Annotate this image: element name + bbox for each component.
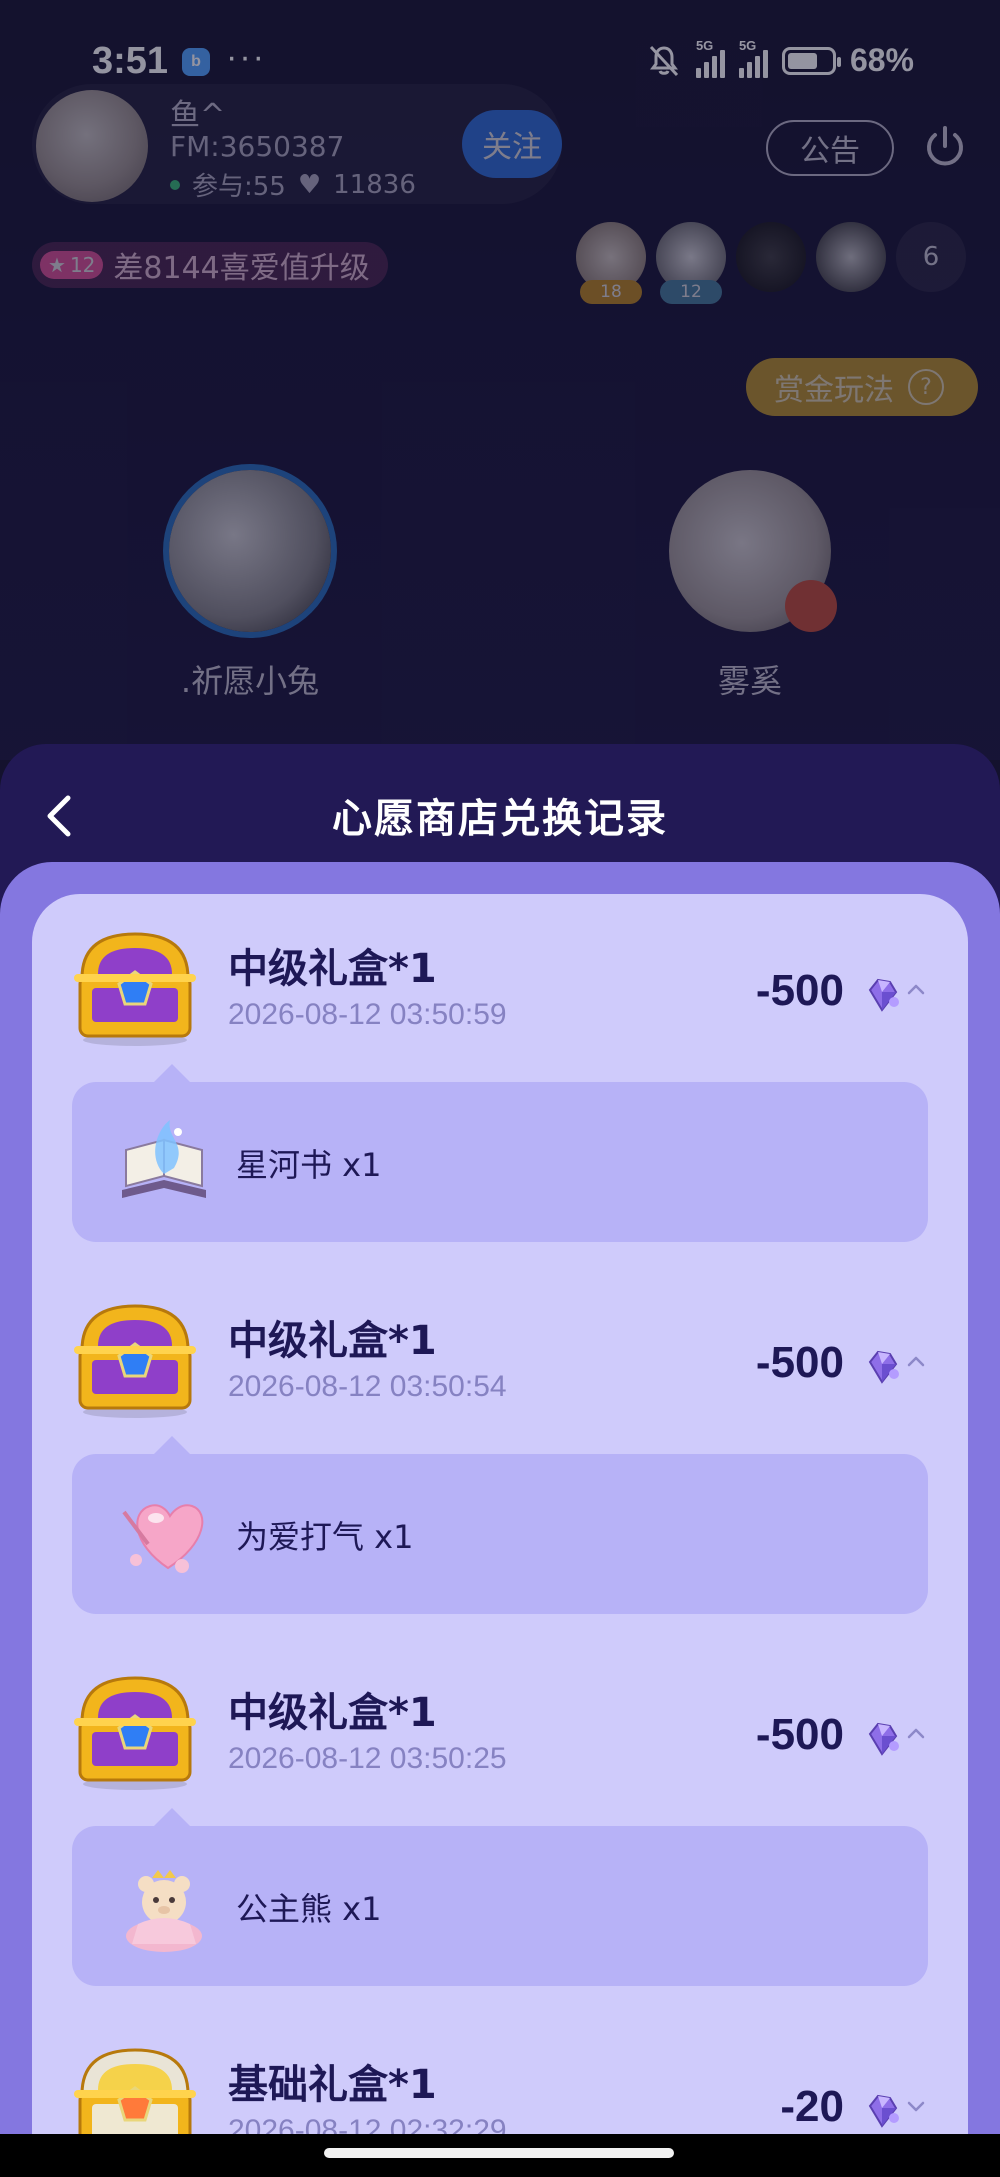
record-amount: -500 bbox=[755, 1338, 844, 1387]
bounty-label: 赏金玩法 bbox=[774, 373, 894, 408]
power-icon[interactable] bbox=[920, 122, 970, 172]
seat-name: .祈愿小兔 bbox=[180, 662, 320, 700]
viewer-level-badge: 12 bbox=[660, 280, 722, 304]
home-indicator[interactable] bbox=[324, 2148, 674, 2158]
viewer-avatar[interactable]: 12 bbox=[656, 222, 726, 304]
sheet-body: 中级礼盒*1 2026-08-12 03:50:59 -500 星河书 x1 中… bbox=[0, 862, 1000, 2177]
star-icon: ★ bbox=[48, 253, 66, 277]
bounty-play-button[interactable]: 赏金玩法 ? bbox=[746, 358, 978, 416]
record-title: 中级礼盒*1 bbox=[228, 1690, 437, 1736]
level-progress-pill[interactable]: ★ 12 差8144喜爱值升级 bbox=[32, 242, 388, 288]
record-detail-panel: 公主熊 x1 bbox=[72, 1808, 928, 1986]
record-amount: -500 bbox=[755, 1710, 844, 1759]
diamond-currency-icon bbox=[868, 1350, 899, 1384]
host-fm-id: FM:3650387 bbox=[170, 130, 345, 163]
record-list[interactable]: 中级礼盒*1 2026-08-12 03:50:59 -500 星河书 x1 中… bbox=[32, 894, 968, 2177]
viewer-level-badge: 18 bbox=[580, 280, 642, 304]
chevron-up-icon[interactable] bbox=[904, 1350, 928, 1374]
viewer-list[interactable]: 18 12 6 bbox=[576, 222, 966, 304]
mid-chest-icon bbox=[74, 1304, 196, 1418]
level-text: 差8144喜爱值升级 bbox=[113, 251, 370, 286]
record-title: 中级礼盒*1 bbox=[228, 946, 437, 992]
record-time: 2026-08-12 03:50:54 bbox=[228, 1370, 507, 1403]
diamond-currency-icon bbox=[868, 978, 899, 1012]
viewer-avatar[interactable] bbox=[736, 222, 806, 292]
star-river-book-icon bbox=[122, 1120, 206, 1198]
participants-count: 参与:55 bbox=[192, 172, 286, 202]
sheet-title: 心愿商店兑换记录 bbox=[332, 796, 668, 842]
seat-name: 雾奚 bbox=[717, 662, 782, 700]
mic-off-icon bbox=[785, 580, 837, 632]
viewer-avatar[interactable]: 18 bbox=[576, 222, 646, 304]
viewer-avatar[interactable] bbox=[816, 222, 886, 292]
heart-icon: ♥ bbox=[297, 169, 322, 200]
likes-count: 11836 bbox=[333, 169, 416, 200]
record-title: 基础礼盒*1 bbox=[228, 2062, 437, 2108]
help-icon[interactable]: ? bbox=[908, 369, 944, 405]
diamond-currency-icon bbox=[868, 1722, 899, 1756]
record-detail-panel: 星河书 x1 bbox=[72, 1064, 928, 1242]
record-title: 中级礼盒*1 bbox=[228, 1318, 437, 1364]
gift-name: 星河书 x1 bbox=[236, 1146, 382, 1184]
notice-button[interactable]: 公告 bbox=[766, 120, 894, 176]
gift-name: 为爱打气 x1 bbox=[236, 1518, 414, 1556]
gift-name: 公主熊 x1 bbox=[236, 1890, 382, 1928]
record-time: 2026-08-12 03:50:59 bbox=[228, 998, 507, 1031]
record-detail-panel: 为爱打气 x1 bbox=[72, 1436, 928, 1614]
follow-button[interactable]: 关注 bbox=[462, 110, 562, 178]
record-amount: -20 bbox=[780, 2082, 844, 2131]
mid-chest-icon bbox=[74, 1676, 196, 1790]
seat-avatar[interactable] bbox=[669, 470, 837, 632]
host-stats: 参与:55 ♥ 11836 bbox=[170, 166, 416, 203]
chevron-up-icon[interactable] bbox=[904, 1722, 928, 1746]
chevron-down-icon[interactable] bbox=[904, 2094, 928, 2118]
voice-room-background: 鱼^ FM:3650387 参与:55 ♥ 11836 关注 公告 ★ 12 差8… bbox=[0, 0, 1000, 760]
exchange-record-sheet: 心愿商店兑换记录 中级礼盒*1 2026-08-12 03:50:59 -500… bbox=[0, 744, 1000, 2177]
mic-seat-1[interactable]: .祈愿小兔 bbox=[150, 470, 350, 702]
diamond-currency-icon bbox=[868, 2094, 899, 2128]
chevron-up-icon[interactable] bbox=[904, 978, 928, 1002]
princess-bear-icon bbox=[126, 1870, 202, 1952]
level-badge: ★ 12 bbox=[40, 251, 104, 279]
online-dot-icon bbox=[170, 179, 180, 190]
record-time: 2026-08-12 03:50:25 bbox=[228, 1742, 507, 1775]
host-name: 鱼^ bbox=[170, 98, 226, 133]
host-avatar[interactable] bbox=[36, 90, 148, 202]
record-amount: -500 bbox=[755, 966, 844, 1015]
mic-seat-2[interactable]: 雾奚 bbox=[650, 470, 850, 702]
heart-balloon-icon bbox=[122, 1504, 204, 1573]
seat-avatar[interactable] bbox=[169, 470, 331, 632]
viewer-more-count[interactable]: 6 bbox=[896, 222, 966, 292]
mid-chest-icon bbox=[74, 932, 196, 1046]
